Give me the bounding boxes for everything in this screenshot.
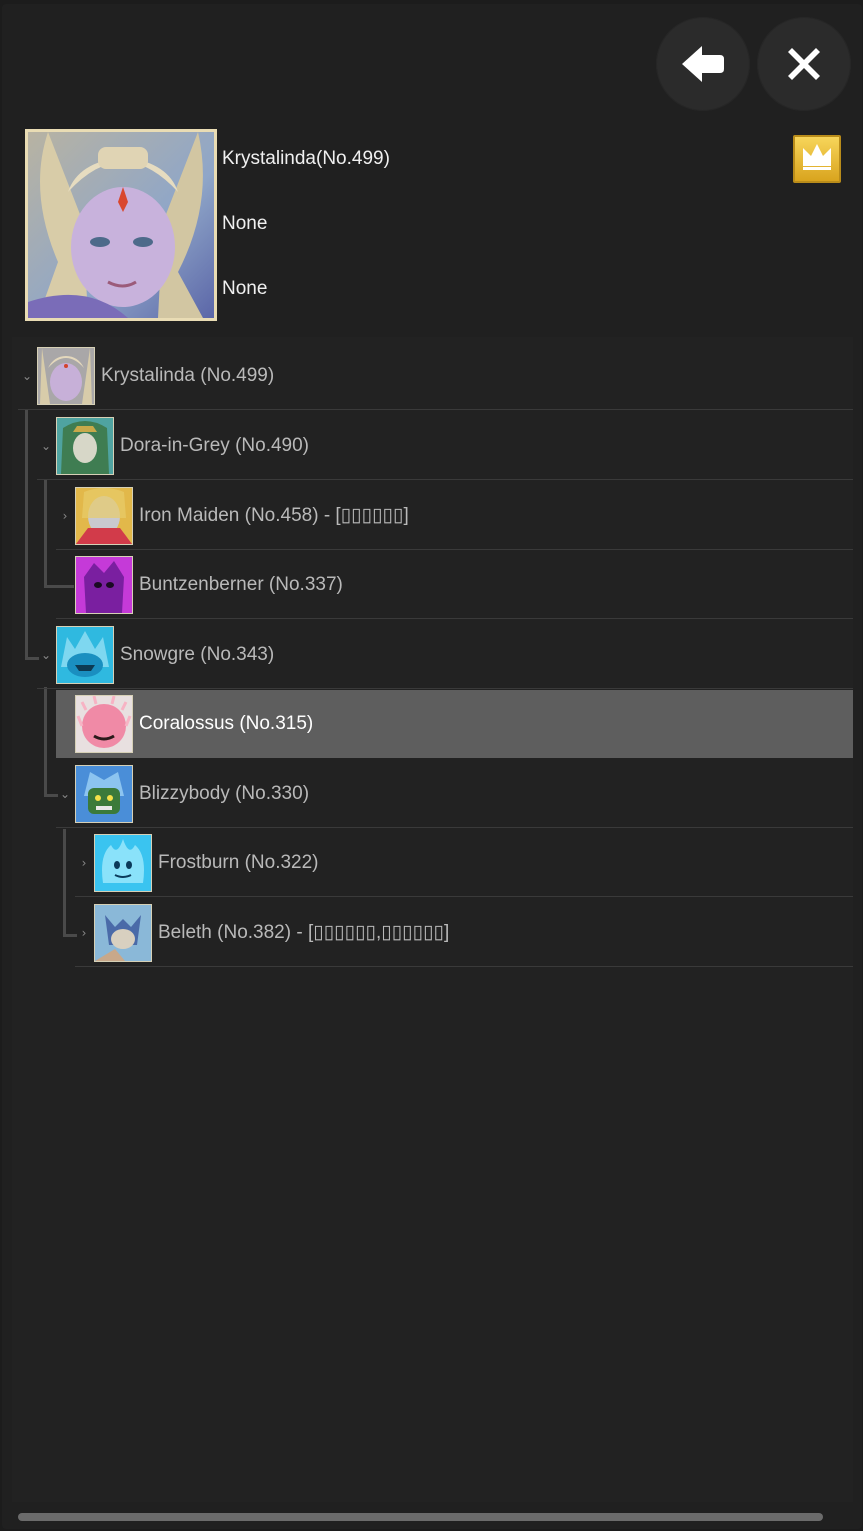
monster-portrait-iron-maiden bbox=[75, 486, 133, 545]
tree-node-buntzenberner[interactable]: Buntzenberner (No.337) bbox=[56, 551, 853, 619]
chevron-down-icon[interactable]: ⌄ bbox=[39, 439, 53, 453]
tree-node-snowgre[interactable]: ⌄ Snowgre (No.343) bbox=[37, 621, 853, 689]
fusion-tree: ⌄ Krystalinda (No.499) ⌄ Dora-in-Grey (N… bbox=[12, 337, 853, 1502]
tree-node-frostburn[interactable]: › Frostburn (No.322) bbox=[75, 829, 853, 897]
tree-node-label: Snowgre (No.343) bbox=[120, 643, 275, 665]
chevron-down-icon[interactable]: ⌄ bbox=[58, 787, 72, 801]
tree-node-dora-in-grey[interactable]: ⌄ Dora-in-Grey (No.490) bbox=[37, 412, 853, 480]
selected-line-2: None bbox=[222, 213, 268, 234]
close-button[interactable] bbox=[757, 17, 851, 111]
selected-portrait bbox=[25, 129, 217, 321]
monster-portrait-dora-in-grey bbox=[56, 416, 114, 475]
chevron-right-icon[interactable]: › bbox=[77, 856, 91, 870]
tree-node-label: Krystalinda (No.499) bbox=[101, 364, 275, 386]
horizontal-scrollbar[interactable] bbox=[18, 1513, 823, 1521]
chevron-down-icon[interactable]: ⌄ bbox=[20, 369, 34, 383]
monster-portrait-krystalinda bbox=[37, 346, 95, 405]
tree-node-label: Iron Maiden (No.458) - [▯▯▯▯▯▯] bbox=[139, 505, 409, 526]
monster-portrait-blizzybody bbox=[75, 764, 133, 823]
chevron-right-icon[interactable]: › bbox=[77, 926, 91, 940]
tree-node-label: Dora-in-Grey (No.490) bbox=[120, 434, 309, 456]
close-icon bbox=[784, 44, 824, 84]
tree-connector bbox=[63, 829, 66, 937]
tree-node-blizzybody[interactable]: ⌄ Blizzybody (No.330) bbox=[56, 760, 853, 828]
tree-node-label: Coralossus (No.315) bbox=[139, 712, 314, 734]
monster-portrait-coralossus bbox=[75, 694, 133, 753]
tree-node-beleth[interactable]: › Beleth (No.382) - [▯▯▯▯▯▯,▯▯▯▯▯▯] bbox=[75, 899, 853, 967]
tree-node-iron-maiden[interactable]: › Iron Maiden (No.458) - [▯▯▯▯▯▯] bbox=[56, 482, 853, 550]
tree-node-label: Beleth (No.382) - [▯▯▯▯▯▯,▯▯▯▯▯▯] bbox=[158, 922, 450, 943]
monster-portrait-frostburn bbox=[94, 833, 152, 892]
tree-connector bbox=[44, 480, 47, 588]
tree-node-coralossus[interactable]: Coralossus (No.315) bbox=[56, 690, 853, 758]
monster-portrait-beleth bbox=[94, 903, 152, 962]
crown-icon bbox=[800, 142, 834, 176]
tree-node-krystalinda[interactable]: ⌄ Krystalinda (No.499) bbox=[18, 342, 853, 410]
chevron-down-icon[interactable]: ⌄ bbox=[39, 648, 53, 662]
tree-node-label: Blizzybody (No.330) bbox=[139, 782, 310, 804]
tree-node-label: Frostburn (No.322) bbox=[158, 851, 319, 873]
tree-node-label: Buntzenberner (No.337) bbox=[139, 573, 343, 595]
chevron-right-icon[interactable]: › bbox=[58, 509, 72, 523]
monster-portrait-buntzenberner bbox=[75, 555, 133, 614]
tree-connector bbox=[44, 687, 47, 797]
crown-button[interactable] bbox=[793, 135, 841, 183]
monster-portrait-snowgre bbox=[56, 625, 114, 684]
selected-line-3: None bbox=[222, 278, 268, 299]
back-arrow-icon bbox=[680, 44, 726, 84]
tree-connector bbox=[25, 410, 28, 660]
selected-name: Krystalinda(No.499) bbox=[222, 148, 390, 169]
back-button[interactable] bbox=[656, 17, 750, 111]
